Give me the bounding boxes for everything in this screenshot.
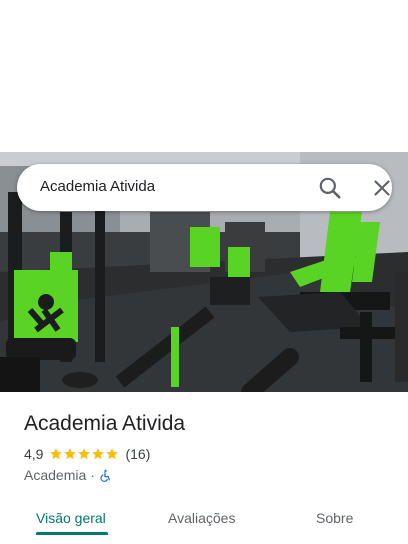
star-rating	[49, 447, 119, 461]
place-tabs: Visão geral Avaliações Sobre	[0, 497, 408, 544]
rating-row[interactable]: 4,9 (16)	[24, 445, 150, 463]
star-icon	[92, 448, 105, 460]
search-bar[interactable]: Academia Ativida	[17, 164, 392, 211]
star-icon	[106, 448, 119, 460]
star-icon	[78, 448, 91, 460]
separator-dot: ·	[90, 467, 95, 483]
place-title: Academia Ativida	[24, 412, 186, 435]
tab-overview[interactable]: Visão geral	[36, 510, 106, 526]
place-info-panel: Academia Ativida 4,9 (16) Academia · Vis…	[0, 392, 408, 544]
star-icon	[64, 448, 77, 460]
search-input[interactable]: Academia Ativida	[40, 178, 155, 195]
category-row: Academia ·	[24, 466, 112, 484]
place-category: Academia	[24, 467, 87, 483]
tab-reviews[interactable]: Avaliações	[168, 510, 235, 526]
search-icon[interactable]	[317, 175, 343, 201]
star-icon	[50, 448, 63, 460]
active-tab-indicator	[36, 532, 108, 535]
rating-value: 4,9	[24, 446, 44, 462]
tab-about[interactable]: Sobre	[316, 510, 353, 526]
review-count[interactable]: (16)	[125, 446, 150, 462]
wheelchair-icon	[100, 469, 110, 482]
close-icon[interactable]	[369, 175, 395, 201]
top-blank-area	[0, 0, 408, 152]
